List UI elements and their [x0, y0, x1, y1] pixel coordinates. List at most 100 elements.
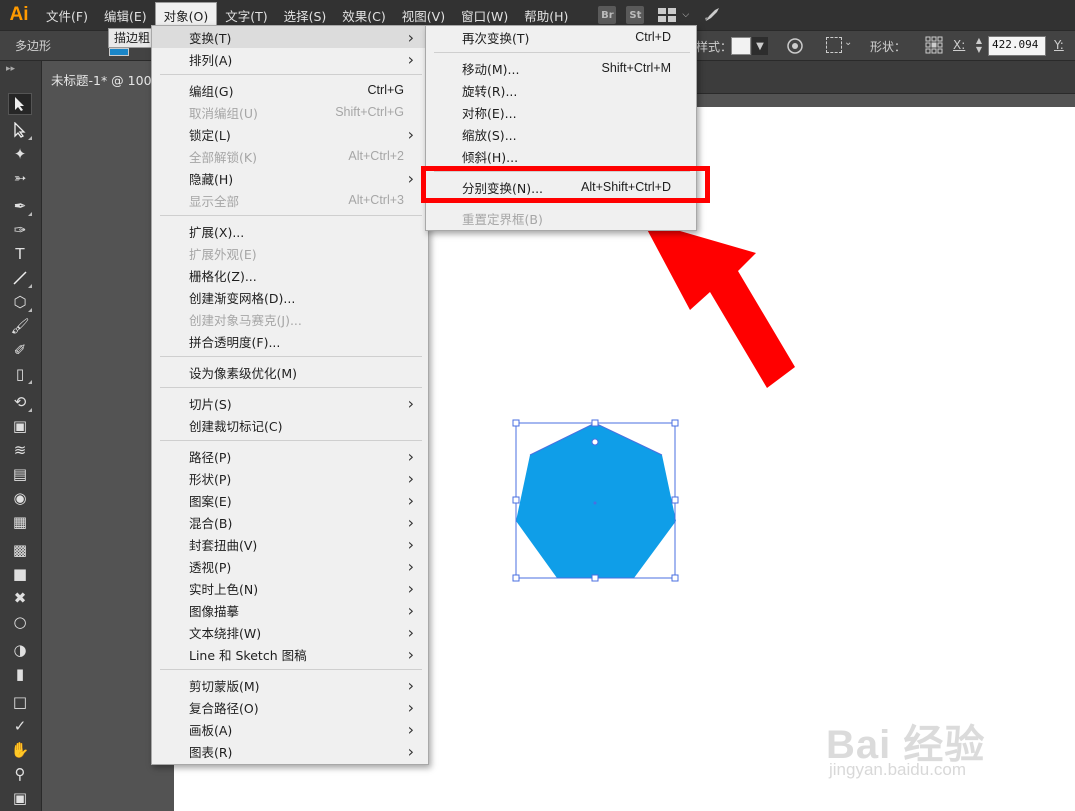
type-tool-icon[interactable]: T: [8, 243, 32, 265]
menu-item[interactable]: 图表(R) ›: [152, 740, 428, 762]
menu-item[interactable]: 变换(T) ›: [152, 26, 428, 48]
direct-selection-tool-icon[interactable]: [8, 119, 32, 141]
menu-item[interactable]: 再次变换(T) Ctrl+D: [426, 26, 696, 48]
magic-wand-tool-icon[interactable]: ✦: [8, 143, 32, 165]
menu-item[interactable]: 图像描摹 ›: [152, 599, 428, 621]
fill-stroke-icon[interactable]: ▣: [8, 787, 32, 809]
menu-item[interactable]: 创建渐变网格(D)...: [152, 286, 428, 308]
menu-item-label: 封套扭曲(V): [189, 537, 258, 553]
menu-item[interactable]: 文本绕排(W) ›: [152, 621, 428, 643]
chevron-down-icon[interactable]: ⌄: [844, 37, 852, 48]
lasso-tool-icon[interactable]: ➳: [8, 167, 32, 189]
menu-item-label: 设为像素级优化(M): [189, 365, 298, 381]
workspace-grid-icon[interactable]: ⌵: [658, 8, 689, 22]
object-menu: 变换(T) › 排列(A) › 编组(G) Ctrl+G 取消编组(U) Shift+Ctrl…: [151, 25, 429, 765]
menu-item-top[interactable]: 文件(F): [38, 0, 96, 30]
menu-item[interactable]: 形状(P) ›: [152, 467, 428, 489]
panel-collapse-icon[interactable]: ▸▸: [6, 64, 15, 74]
perspective-grid-tool-icon[interactable]: ▦: [8, 511, 32, 533]
menu-item[interactable]: 复合路径(O) ›: [152, 696, 428, 718]
menu-item-label: 形状(P): [189, 471, 232, 487]
menu-item-label: 缩放(S)...: [462, 127, 517, 143]
menu-item[interactable]: 拼合透明度(F)...: [152, 330, 428, 352]
chevron-right-icon: ›: [407, 27, 414, 47]
x-spinner[interactable]: ▲ ▼: [972, 36, 986, 56]
curvature-tool-icon[interactable]: ✑: [8, 219, 32, 241]
menu-item-label: 图表(R): [189, 744, 233, 760]
rocket-icon[interactable]: [703, 6, 721, 24]
menu-item[interactable]: 栅格化(Z)...: [152, 264, 428, 286]
menu-item[interactable]: 路径(P) ›: [152, 445, 428, 467]
menu-item[interactable]: 倾斜(H)...: [426, 145, 696, 167]
menu-item[interactable]: 画板(A) ›: [152, 718, 428, 740]
column-graph-tool-icon[interactable]: ▮: [8, 663, 32, 685]
menu-item[interactable]: 透视(P) ›: [152, 555, 428, 577]
menu-item[interactable]: 隐藏(H) ›: [152, 167, 428, 189]
menu-separator: [160, 355, 422, 357]
stroke-swatch[interactable]: [109, 48, 129, 56]
artboard-tool-icon[interactable]: □: [8, 691, 32, 713]
menu-item-label: 变换(T): [189, 30, 232, 46]
menu-item[interactable]: 移动(M)... Shift+Ctrl+M: [426, 57, 696, 79]
chevron-right-icon: ›: [407, 622, 414, 642]
zoom-tool-icon[interactable]: ⚲: [8, 763, 32, 785]
eyedropper-tool-icon[interactable]: ✖: [8, 587, 32, 609]
shape-builder-tool-icon[interactable]: ◉: [8, 487, 32, 509]
menu-item[interactable]: 剪切蒙版(M) ›: [152, 674, 428, 696]
free-transform-tool-icon[interactable]: ▤: [8, 463, 32, 485]
menu-item-shortcut: Alt+Ctrl+2: [348, 149, 404, 163]
rotate-tool-icon[interactable]: ⟲: [8, 391, 32, 413]
reference-point-icon[interactable]: [925, 36, 943, 54]
chevron-right-icon: ›: [407, 534, 414, 554]
menu-item[interactable]: 封套扭曲(V) ›: [152, 533, 428, 555]
menu-item-label: 对称(E)...: [462, 105, 517, 121]
polygon-tool-icon[interactable]: ⬡: [8, 291, 32, 313]
menu-item[interactable]: 图案(E) ›: [152, 489, 428, 511]
menu-item[interactable]: 创建裁切标记(C): [152, 414, 428, 436]
menu-item[interactable]: 缩放(S)...: [426, 123, 696, 145]
menu-item[interactable]: 旋转(R)...: [426, 79, 696, 101]
width-tool-icon[interactable]: ≋: [8, 439, 32, 461]
menu-item[interactable]: 设为像素级优化(M): [152, 361, 428, 383]
menu-item-label: 复合路径(O): [189, 700, 259, 716]
menu-item: 扩展外观(E): [152, 242, 428, 264]
menu-item[interactable]: Line 和 Sketch 图稿 ›: [152, 643, 428, 665]
watermark-url: jingyan.baidu.com: [829, 760, 967, 779]
chevron-down-icon[interactable]: ▼: [752, 37, 768, 55]
slice-tool-icon[interactable]: ✓: [8, 715, 32, 737]
menu-item[interactable]: 排列(A) ›: [152, 48, 428, 70]
menu-item[interactable]: 对称(E)...: [426, 101, 696, 123]
shaper-tool-icon[interactable]: ✐: [8, 339, 32, 361]
menu-item-top[interactable]: 编辑(E): [96, 0, 155, 30]
recolor-globe-icon[interactable]: [786, 37, 804, 55]
menu-separator: [160, 73, 422, 75]
symbol-sprayer-tool-icon[interactable]: ◑: [8, 639, 32, 661]
menu-item[interactable]: 锁定(L) ›: [152, 123, 428, 145]
align-to-selection-icon[interactable]: [826, 37, 842, 53]
bridge-badge[interactable]: Br: [598, 6, 617, 24]
style-swatch[interactable]: [731, 37, 751, 55]
menu-item[interactable]: 扩展(X)...: [152, 220, 428, 242]
menu-item[interactable]: 实时上色(N) ›: [152, 577, 428, 599]
document-tab[interactable]: 未标题-1* @ 100%: [42, 61, 162, 94]
eraser-tool-icon[interactable]: ▯: [8, 363, 32, 385]
line-tool-icon[interactable]: [8, 267, 32, 289]
menu-item-label: 全部解锁(K): [189, 149, 257, 165]
menu-item[interactable]: 混合(B) ›: [152, 511, 428, 533]
stock-badge[interactable]: St: [626, 6, 645, 24]
paintbrush-tool-icon[interactable]: 🖌: [8, 315, 32, 337]
menu-item[interactable]: 切片(S) ›: [152, 392, 428, 414]
x-input[interactable]: 422.094: [988, 36, 1046, 56]
blend-tool-icon[interactable]: ○: [8, 611, 32, 633]
menu-separator: [434, 51, 690, 53]
menu-item-shortcut: Ctrl+G: [367, 83, 404, 97]
menu-item[interactable]: 编组(G) Ctrl+G: [152, 79, 428, 101]
menu-item-label: 实时上色(N): [189, 581, 259, 597]
hand-tool-icon[interactable]: ✋: [8, 739, 32, 761]
scale-tool-icon[interactable]: ▣: [8, 415, 32, 437]
selection-tool-icon[interactable]: [8, 93, 32, 115]
pen-tool-icon[interactable]: ✒: [8, 195, 32, 217]
mesh-tool-icon[interactable]: ▩: [8, 539, 32, 561]
gradient-tool-icon[interactable]: ■: [8, 563, 32, 585]
menu-item: 显示全部 Alt+Ctrl+3: [152, 189, 428, 211]
